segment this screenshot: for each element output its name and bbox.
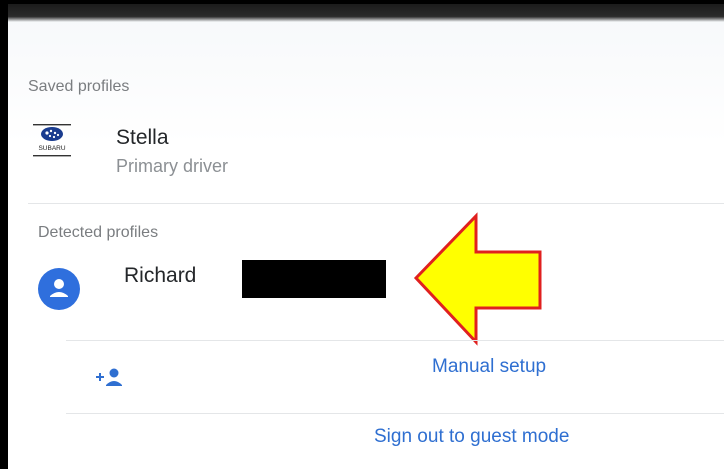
guest-mode-link[interactable]: Sign out to guest mode <box>374 426 569 448</box>
redacted-surname <box>242 260 386 298</box>
person-avatar-icon <box>38 268 80 310</box>
section-divider <box>28 203 724 204</box>
profile-role-stella: Primary driver <box>116 156 229 176</box>
detected-profiles-heading: Detected profiles <box>38 224 159 241</box>
manual-setup-label: Manual setup <box>432 356 547 377</box>
subaru-logo-text: SUBARU <box>38 145 65 152</box>
row-divider <box>66 340 724 341</box>
screen-top-edge <box>8 4 724 22</box>
row-divider <box>66 413 724 414</box>
subaru-logo-icon: SUBARU <box>33 124 71 157</box>
profile-name-stella: Stella <box>116 126 169 149</box>
saved-profiles-heading: Saved profiles <box>28 78 130 95</box>
profile-selection-screen: Saved profiles SUBARU Stella Primary dri… <box>8 4 724 469</box>
yellow-pointer-arrow <box>413 212 542 346</box>
add-person-icon <box>96 368 122 386</box>
profile-name-richard: Richard <box>124 264 197 287</box>
